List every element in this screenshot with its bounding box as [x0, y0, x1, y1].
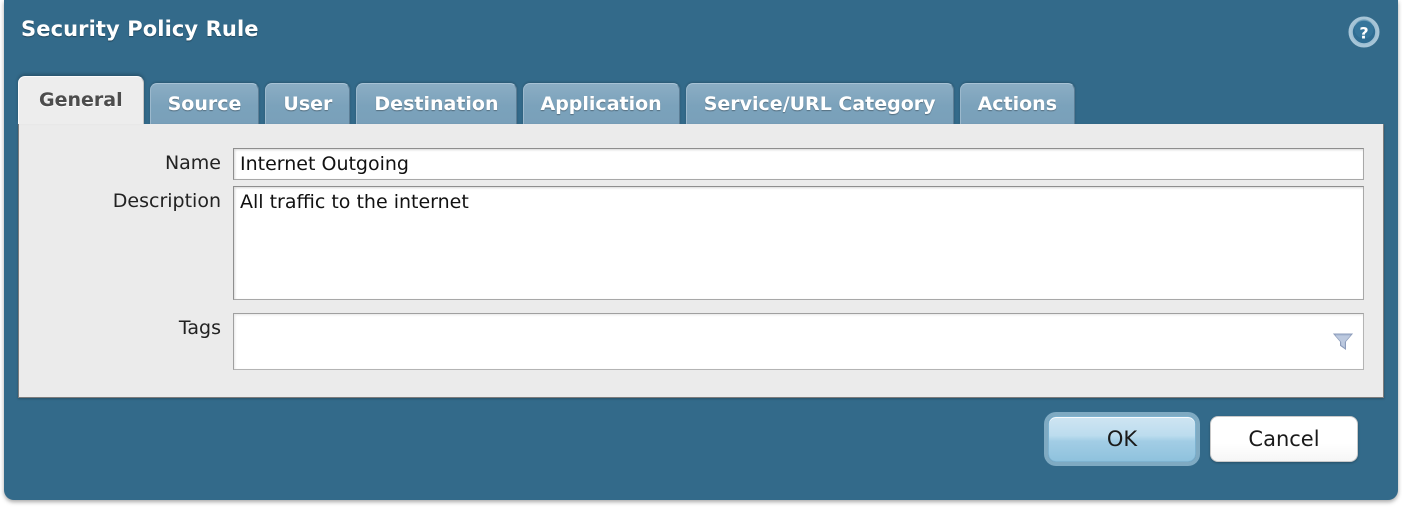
security-policy-rule-dialog: Security Policy Rule ? General Source Us… [4, 0, 1398, 500]
name-input[interactable] [233, 148, 1364, 180]
tab-actions[interactable]: Actions [959, 83, 1076, 124]
description-row: Description [19, 186, 1364, 300]
general-tab-panel: Name Description Tags [18, 124, 1384, 398]
dialog-titlebar: Security Policy Rule ? [4, 0, 1398, 64]
name-label: Name [164, 152, 221, 174]
tab-general[interactable]: General [18, 76, 144, 124]
tab-application[interactable]: Application [522, 83, 680, 124]
tab-source[interactable]: Source [149, 83, 260, 124]
name-row: Name [19, 148, 1364, 180]
description-label: Description [112, 190, 221, 212]
filter-dropdown-icon[interactable] [1332, 332, 1354, 352]
description-input[interactable] [233, 186, 1364, 300]
tab-service-url-category[interactable]: Service/URL Category [685, 83, 954, 124]
tab-destination[interactable]: Destination [356, 83, 517, 124]
help-circle-icon[interactable]: ? [1348, 16, 1380, 48]
tabstrip: General Source User Destination Applicat… [18, 76, 1076, 124]
tags-row: Tags [19, 313, 1364, 370]
svg-text:?: ? [1359, 24, 1368, 43]
tags-field-container[interactable] [233, 313, 1364, 370]
ok-button[interactable]: OK [1048, 416, 1196, 462]
tags-label: Tags [178, 317, 221, 339]
page-title: Security Policy Rule [21, 17, 259, 41]
tab-user[interactable]: User [265, 83, 351, 124]
dialog-footer: OK Cancel [1048, 416, 1358, 462]
tags-input[interactable] [234, 314, 1329, 369]
cancel-button[interactable]: Cancel [1210, 416, 1358, 462]
